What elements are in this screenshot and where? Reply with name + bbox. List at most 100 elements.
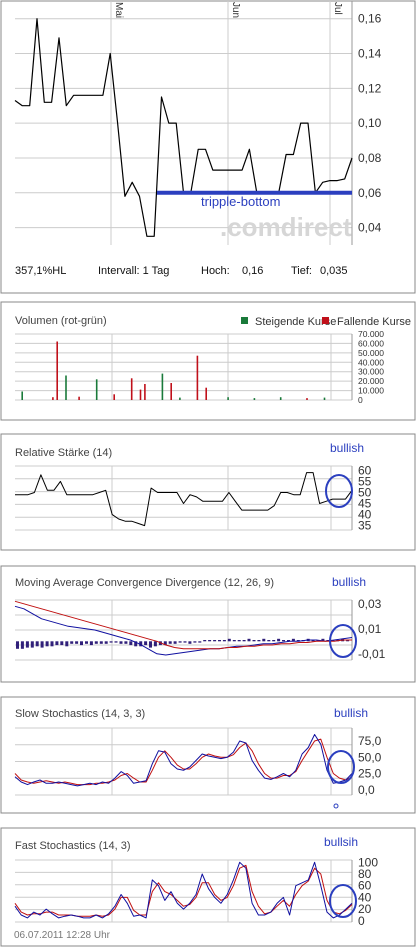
volume-bar: [78, 396, 80, 400]
y-tick-label: 0,01: [358, 622, 382, 636]
macd-histogram-bar: [45, 641, 49, 647]
watermark: .comdirect: [220, 212, 352, 242]
macd-histogram-bar: [237, 640, 241, 642]
panel-title: Moving Average Convergence Divergence (1…: [15, 577, 274, 589]
y-tick-label: 0,10: [358, 116, 382, 130]
macd-histogram-bar: [129, 641, 133, 646]
y-tick-label: 0,06: [358, 186, 382, 200]
volume-bar: [306, 398, 308, 400]
y-tick-label: 0,0: [358, 783, 375, 797]
volume-bar: [130, 378, 133, 400]
macd-histogram-bar: [60, 641, 64, 646]
stat-high-label: Hoch:: [201, 265, 230, 277]
annotation-label: bullish: [332, 575, 366, 589]
macd-histogram-bar: [272, 640, 276, 642]
macd-histogram-bar: [282, 640, 285, 642]
macd-histogram-bar: [178, 641, 182, 643]
macd-histogram-bar: [40, 641, 44, 648]
macd-histogram-bar: [193, 641, 197, 643]
macd-histogram-bar: [144, 641, 148, 646]
macd-histogram-bar: [124, 641, 128, 644]
y-tick-label: 0: [358, 395, 363, 405]
macd-histogram-bar: [16, 641, 19, 649]
macd-histogram-bar: [99, 641, 103, 644]
macd-histogram-bar: [89, 641, 93, 646]
volume-bar: [279, 397, 282, 400]
stat-hl: 357,1%HL: [15, 265, 66, 277]
x-tick-label: Mai: [113, 2, 124, 18]
macd-histogram-bar: [232, 640, 236, 642]
legend-label: Fallende Kurse: [337, 316, 411, 328]
volume-bar: [113, 394, 115, 400]
volume-bar: [95, 379, 98, 400]
macd-histogram-bar: [94, 641, 98, 644]
macd-histogram-bar: [75, 641, 79, 644]
macd-histogram-bar: [188, 641, 192, 644]
macd-histogram-bar: [55, 641, 59, 646]
macd-histogram-bar: [168, 641, 172, 644]
y-tick-label: 35: [358, 519, 372, 533]
x-tick-label: Jul: [332, 2, 343, 15]
volume-bar: [161, 373, 164, 400]
macd-histogram-bar: [203, 640, 207, 642]
macd-histogram-bar: [30, 641, 34, 648]
volume-bar: [196, 355, 199, 400]
annotation-label: tripple-bottom: [201, 194, 280, 209]
y-tick-label: 0,12: [358, 81, 382, 95]
volume-bar: [52, 397, 54, 400]
macd-histogram-bar: [20, 641, 24, 649]
macd-histogram-bar: [257, 640, 261, 642]
volume-bar: [179, 397, 181, 400]
macd-histogram-bar: [213, 640, 217, 642]
macd-histogram-bar: [242, 640, 246, 642]
macd-histogram-bar: [267, 640, 271, 642]
y-tick-label: 25,0: [358, 767, 382, 781]
legend-swatch-rising: [241, 317, 248, 324]
macd-histogram-bar: [114, 641, 118, 643]
volume-bar: [253, 398, 256, 400]
volume-bar: [56, 341, 58, 400]
y-tick-label: 50,0: [358, 750, 382, 764]
macd-histogram-bar: [70, 641, 74, 644]
macd-histogram-bar: [109, 641, 113, 643]
macd-histogram-bar: [153, 641, 157, 647]
volume-bar: [205, 387, 207, 400]
macd-histogram-bar: [252, 640, 256, 642]
volume-bar: [65, 375, 67, 400]
annotation-label: bullish: [330, 441, 364, 455]
highlight-circle: [325, 474, 353, 508]
timestamp: 06.07.2011 12:28 Uhr: [14, 930, 111, 941]
panel-title: Relative Stärke (14): [15, 447, 112, 459]
macd-histogram-bar: [149, 641, 152, 648]
macd-histogram-bar: [208, 640, 212, 642]
panel-title: Fast Stochastics (14, 3): [15, 840, 131, 852]
y-tick-label: 0: [358, 914, 365, 928]
macd-histogram-bar: [262, 638, 266, 642]
stat-interval: Intervall: 1 Tag: [98, 265, 169, 277]
stat-low: 0,035: [320, 265, 348, 277]
macd-histogram-bar: [119, 641, 123, 644]
price-line: [14, 18, 353, 237]
small-dot: [333, 803, 339, 809]
panel-title: Volumen (rot-grün): [15, 315, 107, 327]
macd-histogram-bar: [222, 640, 226, 642]
macd-histogram-bar: [218, 640, 221, 642]
y-tick-label: 0,16: [358, 12, 382, 26]
macd-histogram-bar: [85, 641, 88, 644]
macd-histogram-bar: [247, 638, 251, 642]
macd-histogram-bar: [227, 638, 231, 642]
y-tick-label: 0,03: [358, 597, 382, 611]
macd-line: [14, 605, 353, 656]
macd-histogram-bar: [80, 641, 83, 646]
panel-title: Slow Stochastics (14, 3, 3): [15, 708, 145, 720]
macd-histogram-bar: [35, 641, 39, 647]
annotation-label: bullsih: [324, 835, 358, 849]
stat-high: 0,16: [242, 265, 263, 277]
y-tick-label: -0,01: [358, 647, 386, 661]
panel-frame: [0, 0, 416, 294]
chart-canvas: Mai Jun Jul 0,16 0,14 0,12 0,10 0,08 0,06 0,04 .co…: [0, 0, 416, 947]
volume-bar: [227, 397, 229, 400]
y-tick-label: 0,04: [358, 221, 382, 235]
macd-histogram-bar: [183, 641, 187, 643]
volume-bar: [21, 391, 23, 400]
